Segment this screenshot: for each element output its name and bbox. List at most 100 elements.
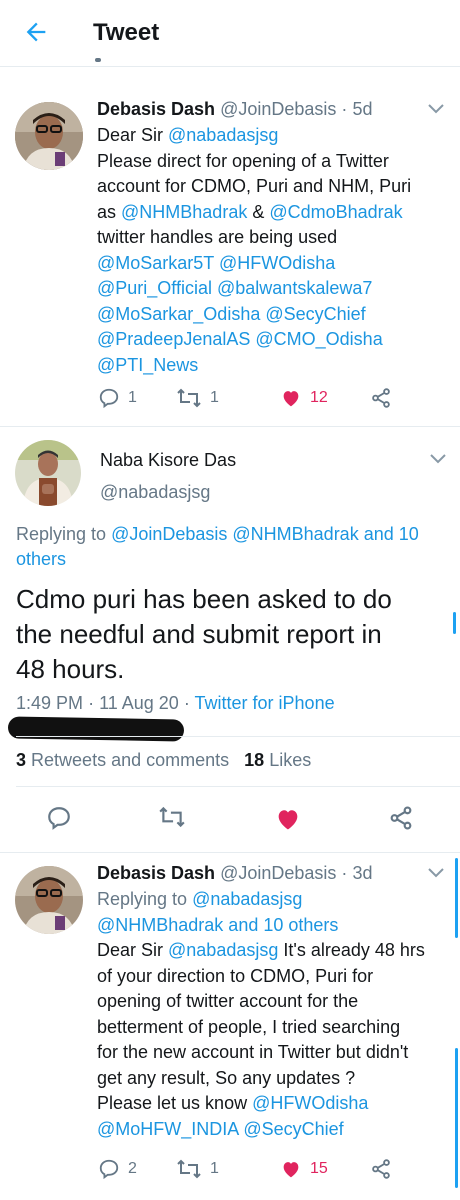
tweet-text-line: @NHMBhadrak and 10 others (97, 913, 338, 938)
action-row: 2 1 15 (98, 1155, 398, 1185)
mention-link[interactable]: @balwantskalewa7 (217, 278, 372, 298)
tweet-meta: 1:49 PM · 11 Aug 20 · Twitter for iPhone (16, 693, 335, 713)
tweet-text-line: @MoHFW_INDIA @SecyChief (97, 1117, 344, 1142)
like-button[interactable]: 15 (280, 1158, 328, 1180)
text-segment: Replying to (97, 889, 193, 909)
mention-link[interactable]: @PTI_News (97, 355, 198, 375)
reply-button[interactable]: 2 (98, 1158, 137, 1180)
like-button[interactable]: 12 (280, 387, 328, 409)
scroll-indicator[interactable] (455, 858, 458, 938)
text-segment: opening of twitter account for the (97, 991, 359, 1011)
page-title: Tweet (93, 19, 160, 46)
mention-link[interactable]: @nabadasjsg (168, 940, 278, 960)
retweets-label[interactable]: Retweets and comments (31, 750, 229, 770)
heart-filled-icon (278, 810, 298, 830)
tweet-text-line: @PradeepJenalAS @CMO_Odisha (97, 327, 383, 352)
mention-link[interactable]: @CdmoBhadrak (269, 202, 402, 222)
mention-link[interactable]: @Puri_Official (97, 278, 212, 298)
mention-link[interactable]: @SecyChief (243, 1119, 343, 1139)
mention-link[interactable]: @SecyChief (265, 304, 365, 324)
handle[interactable]: @JoinDebasis (220, 863, 336, 883)
text-segment: account for CDMO, Puri and NHM, Puri (97, 176, 412, 196)
tweet-text-line: Dear Sir @nabadasjsg It's already 48 hrs (97, 938, 425, 963)
reply-count: 2 (128, 1160, 137, 1177)
chevron-down-icon[interactable] (428, 868, 444, 878)
reply-icon (48, 807, 70, 830)
mention-link[interactable]: @MoHFW_INDIA (97, 1119, 238, 1139)
avatar[interactable] (15, 102, 83, 170)
mention-link[interactable]: @nabadasjsg (168, 125, 278, 145)
text-segment: Dear Sir (97, 125, 169, 145)
retweet-button[interactable]: 1 (176, 1158, 219, 1180)
mention-link[interactable]: @PradeepJenalAS (97, 329, 250, 349)
tweet-text-line: betterment of people, I tried searching (97, 1015, 400, 1040)
tweet-text-line: @MoSarkar5T @HFWOdisha (97, 251, 335, 276)
replying-to-others-link[interactable]: others (16, 547, 66, 572)
mention-link[interactable]: @MoSarkar5T (97, 253, 214, 273)
scroll-indicator[interactable] (453, 612, 456, 634)
avatar[interactable] (15, 866, 83, 934)
tweet-text-line: @PTI_News (97, 353, 198, 378)
tweet-text-line: Replying to @nabadasjsg (97, 887, 302, 912)
display-name[interactable]: Debasis Dash (97, 99, 215, 119)
tweet-text-line: opening of twitter account for the (97, 989, 358, 1014)
mention-link[interactable]: @NHMBhadrak and 10 others (97, 915, 338, 935)
main-action-row (46, 803, 426, 833)
handle[interactable]: @nabadasjsg (100, 480, 210, 505)
share-button[interactable] (370, 1158, 392, 1180)
text-segment: betterment of people, I tried searching (97, 1016, 401, 1037)
reply-button[interactable] (46, 805, 72, 831)
replying-to: Replying to @JoinDebasis @NHMBhadrak and… (16, 524, 419, 544)
tweet-text-line: Dear Sir @nabadasjsg (97, 123, 278, 148)
display-name[interactable]: Debasis Dash (97, 863, 215, 883)
back-arrow-icon[interactable] (22, 18, 50, 46)
tweet-date: 11 Aug 20 (99, 693, 179, 713)
mention-link[interactable]: @nabadasjsg (192, 889, 302, 909)
top-bar: Tweet (0, 0, 460, 67)
retweet-button[interactable]: 1 (176, 387, 219, 409)
tweet-time: 1:49 PM (16, 693, 84, 713)
tweet-source-link[interactable]: Twitter for iPhone (195, 693, 335, 713)
scroll-indicator[interactable] (455, 1048, 458, 1188)
timestamp[interactable]: 3d (352, 863, 372, 883)
retweet-icon (159, 806, 185, 828)
retweets-count: 3 (16, 750, 27, 770)
retweet-button[interactable] (158, 805, 186, 829)
tweet-text-line: for the new account in Twitter but didn'… (97, 1040, 408, 1065)
display-name[interactable]: Naba Kisore Das (100, 448, 236, 473)
retweet-icon (177, 1159, 201, 1179)
share-button[interactable] (388, 805, 414, 831)
engagement-stats: 3 Retweets and comments 18 Likes (16, 748, 311, 773)
text-segment: Dear Sir (97, 940, 169, 960)
text-segment: It's already 48 hrs (278, 940, 425, 960)
avatar[interactable] (15, 440, 81, 506)
text-segment: Please let us know (97, 1093, 253, 1113)
tweet-text-line: Please let us know @HFWOdisha (97, 1091, 368, 1116)
chevron-down-icon[interactable] (430, 454, 446, 464)
tweet-text-line: of your direction to CDMO, Puri for (97, 964, 373, 989)
like-count: 12 (310, 389, 328, 406)
likes-count: 18 (244, 750, 265, 770)
chevron-down-icon[interactable] (428, 104, 444, 114)
retweet-count: 1 (210, 389, 219, 406)
mention-link[interactable]: @NHMBhadrak (121, 202, 247, 222)
text-segment: get any result, So any updates ? (97, 1067, 356, 1088)
action-row: 1 1 12 (98, 384, 398, 414)
mention-link[interactable]: @CMO_Odisha (255, 329, 382, 349)
share-button[interactable] (370, 387, 392, 409)
timestamp[interactable]: 5d (352, 99, 372, 119)
share-icon (390, 806, 412, 830)
reply-icon (99, 388, 119, 409)
likes-label[interactable]: Likes (269, 750, 311, 770)
handle[interactable]: @JoinDebasis (220, 99, 336, 119)
text-segment: as (97, 201, 122, 222)
text-segment: for the new account in Twitter but didn'… (97, 1042, 409, 1062)
mention-link[interactable]: @HFWOdisha (252, 1093, 368, 1113)
mention-link[interactable]: @MoSarkar_Odisha (97, 304, 260, 324)
reply-button[interactable]: 1 (98, 387, 137, 409)
tweet-text-line: as @NHMBhadrak & @CdmoBhadrak (97, 200, 403, 225)
cut-off-previous-tweet (95, 58, 395, 68)
replying-to-links[interactable]: @JoinDebasis @NHMBhadrak and 10 (111, 524, 419, 544)
mention-link[interactable]: @HFWOdisha (219, 253, 335, 273)
like-button[interactable] (274, 805, 302, 833)
